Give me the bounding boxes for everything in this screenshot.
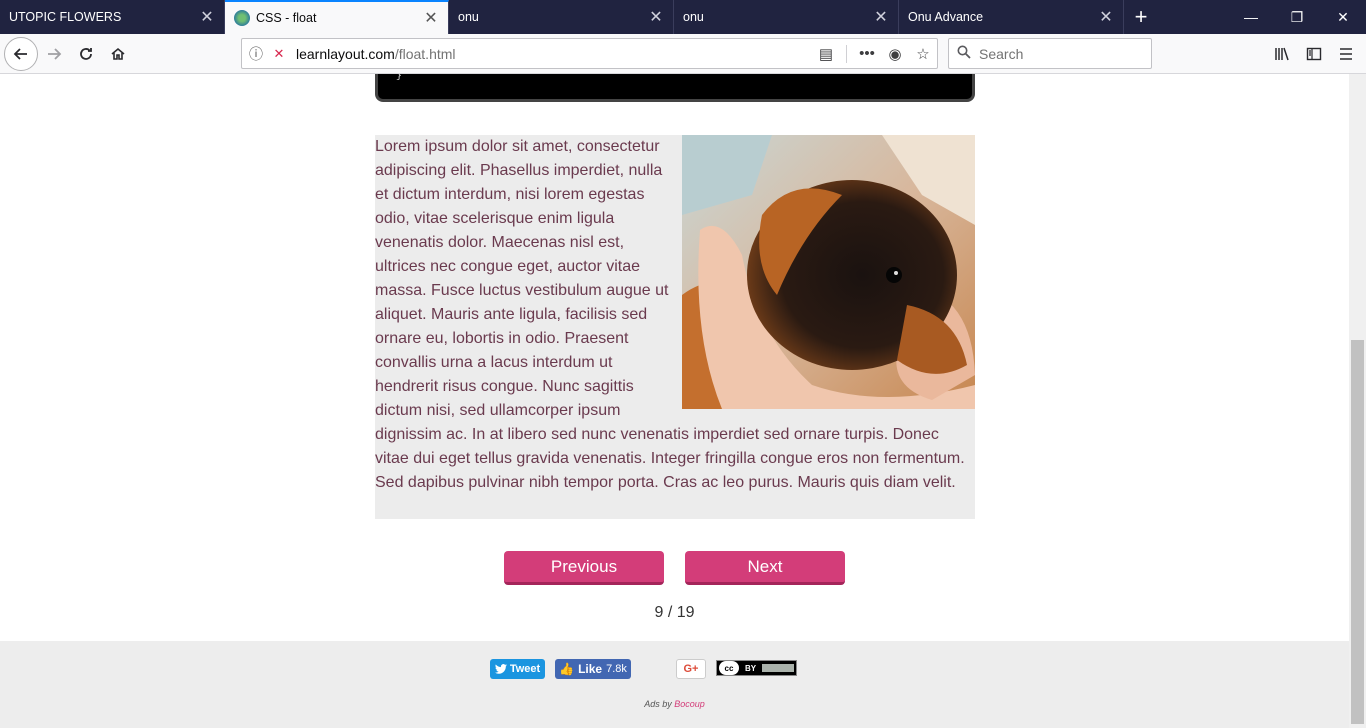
back-button[interactable] (4, 36, 38, 71)
separator (846, 44, 847, 63)
tab-strip: UTOPIC FLOWERS ✕ CSS - float ✕ onu ✕ onu… (0, 0, 1366, 34)
new-tab-button[interactable]: + (1124, 0, 1158, 34)
tweet-button[interactable]: Tweet (490, 659, 545, 679)
cc-logo-icon: cc (719, 661, 739, 675)
guinea-pig-photo-icon (682, 135, 975, 409)
reload-button[interactable] (70, 38, 102, 70)
tab-utopic-flowers[interactable]: UTOPIC FLOWERS ✕ (0, 0, 225, 34)
pagination: Previous Next (0, 551, 1349, 587)
pocket-icon[interactable]: ◉ (881, 45, 909, 63)
thumbs-up-icon: 👍 (559, 662, 575, 676)
scrollbar-thumb[interactable] (1351, 340, 1364, 724)
close-icon[interactable]: ✕ (414, 8, 448, 28)
tab-label: onu (683, 10, 704, 24)
info-icon[interactable]: ⓘ (242, 44, 270, 64)
float-example: Lorem ipsum dolor sit amet, consectetur … (375, 135, 975, 519)
page-indicator: 9 / 19 (654, 604, 695, 621)
like-label: Like (578, 662, 603, 676)
ads-brand-link[interactable]: Bocoup (674, 699, 705, 709)
close-icon[interactable]: ✕ (1089, 7, 1123, 27)
bookmark-star-icon[interactable]: ☆ (909, 45, 937, 63)
ads-credit: Ads by Bocoup (0, 699, 1349, 709)
tab-label: onu (458, 10, 479, 24)
like-count: 7.8k (606, 663, 627, 675)
favicon-icon (234, 10, 250, 26)
guinea-pig-image (682, 135, 975, 409)
tab-label: UTOPIC FLOWERS (9, 10, 122, 24)
window-controls: — ❐ ✕ (1228, 0, 1366, 34)
url-text[interactable]: learnlayout.com/float.html (296, 46, 456, 62)
tweet-label: Tweet (509, 663, 541, 675)
previous-button[interactable]: Previous (504, 551, 664, 585)
tab-label: CSS - float (256, 11, 317, 25)
google-plus-button[interactable]: G+ (676, 659, 706, 679)
code-block: } (375, 74, 975, 102)
search-icon (949, 45, 979, 62)
ads-prefix: Ads by (644, 699, 675, 709)
url-actions: ▤ ••• ◉ ☆ (812, 44, 937, 63)
page-actions-icon[interactable]: ••• (853, 45, 881, 62)
next-button[interactable]: Next (685, 551, 845, 585)
cc-badge-bar (762, 664, 794, 672)
reload-icon (80, 47, 92, 60)
facebook-like-button[interactable]: 👍 Like 7.8k (555, 659, 631, 679)
forward-button[interactable] (38, 38, 70, 70)
home-button[interactable] (102, 38, 134, 70)
arrow-right-icon (48, 47, 62, 60)
close-icon[interactable]: ✕ (864, 7, 898, 27)
close-icon[interactable]: ✕ (639, 7, 673, 27)
toolbar-right (1266, 34, 1366, 74)
tab-css-float[interactable]: CSS - float ✕ (225, 0, 449, 34)
tab-onu-advance[interactable]: Onu Advance ✕ (899, 0, 1124, 34)
code-text: } (396, 74, 403, 82)
tab-onu[interactable]: onu ✕ (449, 0, 674, 34)
tab-label: Onu Advance (908, 10, 984, 24)
twitter-bird-icon (494, 664, 507, 674)
menu-icon[interactable] (1330, 38, 1362, 70)
sidebar-icon[interactable] (1298, 38, 1330, 70)
page-viewport: } Lorem ipsum dolor sit amet, consectetu… (0, 74, 1349, 728)
home-icon (111, 47, 125, 60)
close-icon[interactable]: ✕ (190, 7, 224, 27)
library-icon[interactable] (1266, 38, 1298, 70)
creative-commons-badge[interactable]: cc BY (716, 660, 797, 676)
restore-icon[interactable]: ❐ (1274, 0, 1320, 34)
window-close-icon[interactable]: ✕ (1320, 0, 1366, 34)
search-bar[interactable]: Search (948, 38, 1152, 69)
url-domain: learnlayout.com (296, 45, 395, 62)
tracking-protection-icon[interactable]: ✕ (270, 46, 288, 62)
arrow-left-icon (13, 47, 27, 60)
address-bar[interactable]: ⓘ ✕ learnlayout.com/float.html ▤ ••• ◉ ☆ (241, 38, 938, 69)
url-path: /float.html (394, 45, 456, 62)
search-placeholder: Search (979, 45, 1024, 62)
tab-onu-2[interactable]: onu ✕ (674, 0, 899, 34)
cc-by-label: BY (745, 663, 757, 673)
minimize-icon[interactable]: — (1228, 0, 1274, 34)
page-scrollbar[interactable] (1349, 74, 1366, 728)
reader-view-icon[interactable]: ▤ (812, 45, 840, 63)
footer: Tweet 👍 Like 7.8k G+ cc BY Ads by Bocoup (0, 641, 1349, 728)
navigation-bar: ⓘ ✕ learnlayout.com/float.html ▤ ••• ◉ ☆… (0, 34, 1366, 74)
